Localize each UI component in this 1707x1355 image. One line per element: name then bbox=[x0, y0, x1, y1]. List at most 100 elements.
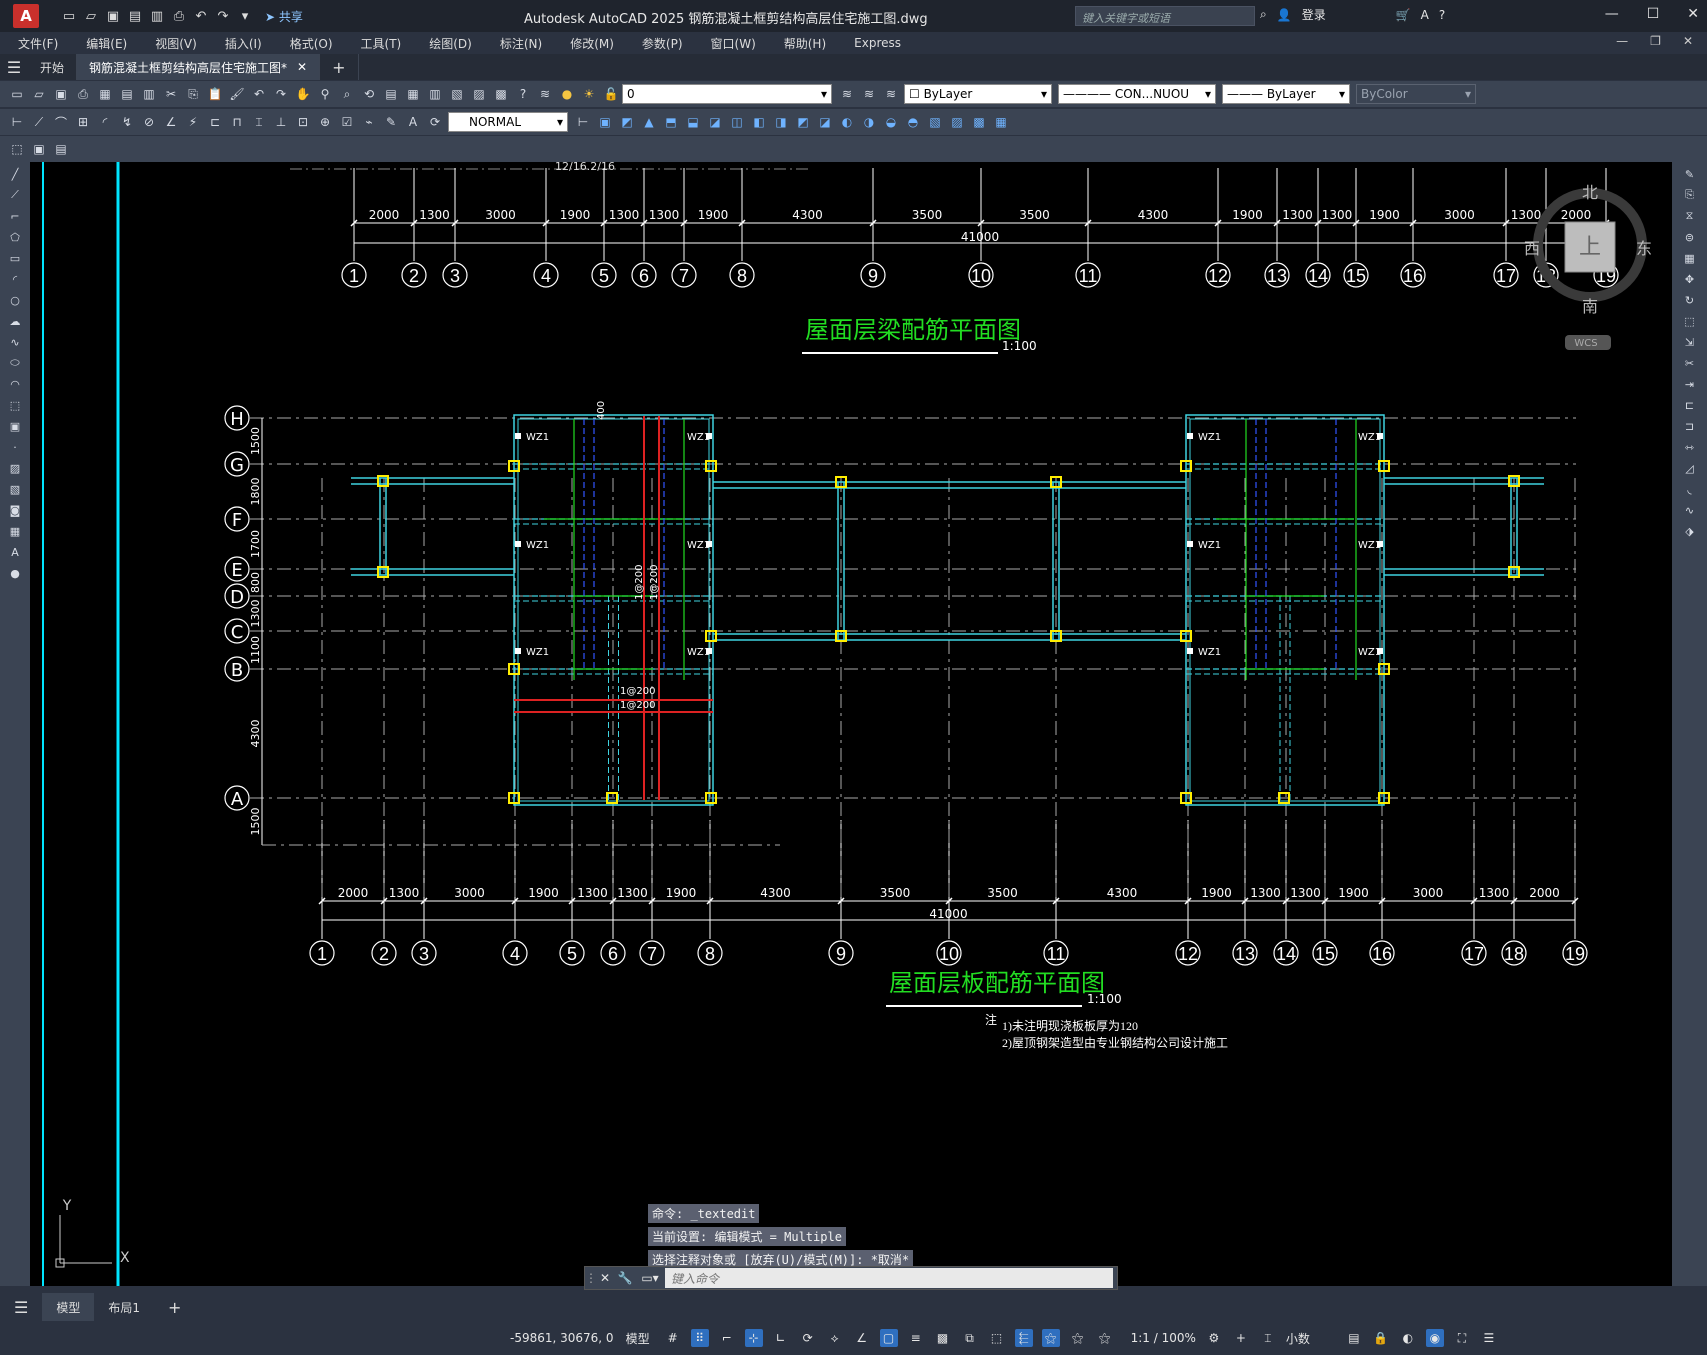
3dprint-icon[interactable]: ▥ bbox=[140, 85, 158, 103]
doc-restore-icon[interactable]: ❐ bbox=[1650, 34, 1661, 48]
autodesk-icon[interactable]: A bbox=[1421, 8, 1429, 22]
new-icon[interactable]: ▭ bbox=[61, 8, 77, 24]
model-space-button[interactable]: 模型 bbox=[626, 1330, 650, 1347]
plot-icon[interactable]: ⎙ bbox=[74, 85, 92, 103]
sun-icon[interactable]: ☀ bbox=[580, 85, 598, 103]
annotation-scale-icon[interactable]: ⚝ bbox=[1096, 1329, 1114, 1347]
drawing-canvas[interactable]: 12/16.2/16 1 2000 2 1300 3 3000 4 1900 5 1300 6 130… bbox=[30, 162, 1672, 1286]
join-icon[interactable]: ⇿ bbox=[1681, 438, 1699, 456]
revolve-icon[interactable]: ◫ bbox=[728, 113, 746, 131]
lightbulb-icon[interactable]: ● bbox=[558, 85, 576, 103]
viewcube-south[interactable]: 南 bbox=[1582, 297, 1598, 316]
cut-icon[interactable]: ✂ bbox=[162, 85, 180, 103]
workspace-gear-icon[interactable]: ⚙ bbox=[1205, 1329, 1223, 1347]
publish-icon[interactable]: ▤ bbox=[118, 85, 136, 103]
dynamic-input-icon[interactable]: ⊹ bbox=[744, 1329, 763, 1347]
viewcube-east[interactable]: 东 bbox=[1636, 239, 1652, 258]
annotation-monitor-icon[interactable]: + bbox=[1232, 1329, 1250, 1347]
customize-icon[interactable]: ☰ bbox=[1480, 1329, 1498, 1347]
arc-icon[interactable]: ◜ bbox=[6, 270, 24, 288]
hardware-accel-icon[interactable]: ◉ bbox=[1425, 1329, 1444, 1347]
array-icon[interactable]: ▦ bbox=[1681, 249, 1699, 267]
center-mark-icon[interactable]: ⊕ bbox=[316, 113, 334, 131]
explode-icon[interactable]: ⬗ bbox=[1681, 522, 1699, 540]
copy-icon[interactable]: ⎘ bbox=[184, 85, 202, 103]
lineweight-icon[interactable]: ≡ bbox=[907, 1329, 925, 1347]
zoom-window-icon[interactable]: ⌕ bbox=[338, 85, 356, 103]
tab-start[interactable]: 开始 bbox=[28, 54, 78, 80]
baseline-icon[interactable]: ⊏ bbox=[206, 113, 224, 131]
aligned-dim-icon[interactable]: ⟋ bbox=[30, 113, 48, 131]
add-selected-icon[interactable]: ● bbox=[6, 564, 24, 582]
copy-icon[interactable]: ⎘ bbox=[1681, 186, 1699, 204]
snap-icon[interactable]: ⠿ bbox=[690, 1329, 709, 1347]
union-icon[interactable]: ◨ bbox=[772, 113, 790, 131]
isolate-icon[interactable]: ◐ bbox=[1399, 1329, 1417, 1347]
arc-length-icon[interactable]: ⌒ bbox=[52, 113, 70, 131]
chamfer-icon[interactable]: ◿ bbox=[1681, 459, 1699, 477]
tab-model[interactable]: 模型 bbox=[42, 1293, 95, 1321]
ordinate-icon[interactable]: ⊞ bbox=[74, 113, 92, 131]
calculator-icon[interactable]: ▩ bbox=[492, 85, 510, 103]
viewcube-north[interactable]: 北 bbox=[1582, 183, 1598, 202]
osnap-icon[interactable]: ▢ bbox=[879, 1329, 898, 1347]
search-icon[interactable]: ⌕ bbox=[1260, 7, 1267, 22]
linetype-dropdown[interactable]: ———— CON...NUOU ▾ bbox=[1058, 84, 1216, 104]
menu-modify[interactable]: 修改(M) bbox=[570, 35, 614, 52]
annotation-visibility-icon[interactable]: ⚝ bbox=[1041, 1329, 1060, 1347]
layer-previous-icon[interactable]: ≋ bbox=[860, 85, 878, 103]
insert-icon[interactable]: ⬚ bbox=[6, 396, 24, 414]
angular-icon[interactable]: ∠ bbox=[162, 113, 180, 131]
menu-format[interactable]: 格式(O) bbox=[290, 35, 333, 52]
plotstyle-dropdown[interactable]: ByColor ▾ bbox=[1356, 84, 1476, 104]
qnew-icon[interactable]: ▭ bbox=[8, 85, 26, 103]
coordinates-readout[interactable]: -59861, 30676, 0 bbox=[510, 1331, 614, 1345]
pan-icon[interactable]: ✋ bbox=[294, 85, 312, 103]
loft-icon[interactable]: ◧ bbox=[750, 113, 768, 131]
presspull-icon[interactable]: ⬓ bbox=[684, 113, 702, 131]
open-icon[interactable]: ▱ bbox=[83, 8, 99, 24]
sheetset-icon[interactable]: ▧ bbox=[448, 85, 466, 103]
extend-icon[interactable]: ⇥ bbox=[1681, 375, 1699, 393]
ellipse-icon[interactable]: ⬭ bbox=[6, 354, 24, 372]
shell-icon[interactable]: ▦ bbox=[992, 113, 1010, 131]
construction-line-icon[interactable]: ⟋ bbox=[6, 186, 24, 204]
trim-icon[interactable]: ✂ bbox=[1681, 354, 1699, 372]
doc-minimize-icon[interactable]: — bbox=[1616, 34, 1628, 48]
extract-icon[interactable]: ▧ bbox=[926, 113, 944, 131]
matchprop-icon[interactable]: 🖌 bbox=[228, 85, 246, 103]
quick-dim-icon[interactable]: ⚡ bbox=[184, 113, 202, 131]
paste-icon[interactable]: 📋 bbox=[206, 85, 224, 103]
radius-icon[interactable]: ◜ bbox=[96, 113, 114, 131]
menu-insert[interactable]: 插入(I) bbox=[225, 35, 262, 52]
hatch-icon[interactable]: ▨ bbox=[6, 459, 24, 477]
designcenter-icon[interactable]: ▦ bbox=[404, 85, 422, 103]
drawing-svg[interactable]: 12/16.2/16 12000213003300041900513006130… bbox=[30, 162, 1672, 1286]
tab-close-icon[interactable]: ✕ bbox=[297, 60, 307, 74]
dimstyle-dropdown[interactable]: NORMAL ▾ bbox=[448, 112, 568, 132]
menu-file[interactable]: 文件(F) bbox=[18, 35, 58, 52]
isodraft-icon[interactable]: ⟡ bbox=[826, 1329, 844, 1347]
login-button[interactable]: 登录 bbox=[1302, 6, 1326, 23]
user-icon[interactable]: 👤 bbox=[1277, 8, 1292, 22]
help-icon[interactable]: ? bbox=[1439, 8, 1445, 22]
zoom-realtime-icon[interactable]: ⚲ bbox=[316, 85, 334, 103]
table-icon[interactable]: ▦ bbox=[6, 522, 24, 540]
mtext-icon[interactable]: A bbox=[6, 543, 24, 561]
diameter-icon[interactable]: ⊘ bbox=[140, 113, 158, 131]
polygon-icon[interactable]: ⬠ bbox=[6, 228, 24, 246]
offset-icon[interactable]: ⊜ bbox=[1681, 228, 1699, 246]
gradient-icon[interactable]: ▧ bbox=[6, 480, 24, 498]
3dosnap-icon[interactable]: ⬚ bbox=[988, 1329, 1006, 1347]
undo-icon[interactable]: ↶ bbox=[193, 8, 209, 24]
tab-document[interactable]: 钢筋混凝土框剪结构高层住宅施工图* ✕ bbox=[77, 54, 321, 80]
viewcube-west[interactable]: 西 bbox=[1524, 239, 1540, 258]
autocad-logo[interactable]: A bbox=[13, 4, 39, 28]
wedge-icon[interactable]: ◩ bbox=[618, 113, 636, 131]
autoscale-icon[interactable]: ⚝ bbox=[1069, 1329, 1087, 1347]
save-icon[interactable]: ▣ bbox=[105, 8, 121, 24]
clean-screen-icon[interactable]: ⛶ bbox=[1453, 1329, 1471, 1347]
box-icon[interactable]: ▣ bbox=[596, 113, 614, 131]
line-icon[interactable]: ╱ bbox=[6, 165, 24, 183]
fillet-icon[interactable]: ◟ bbox=[1681, 480, 1699, 498]
